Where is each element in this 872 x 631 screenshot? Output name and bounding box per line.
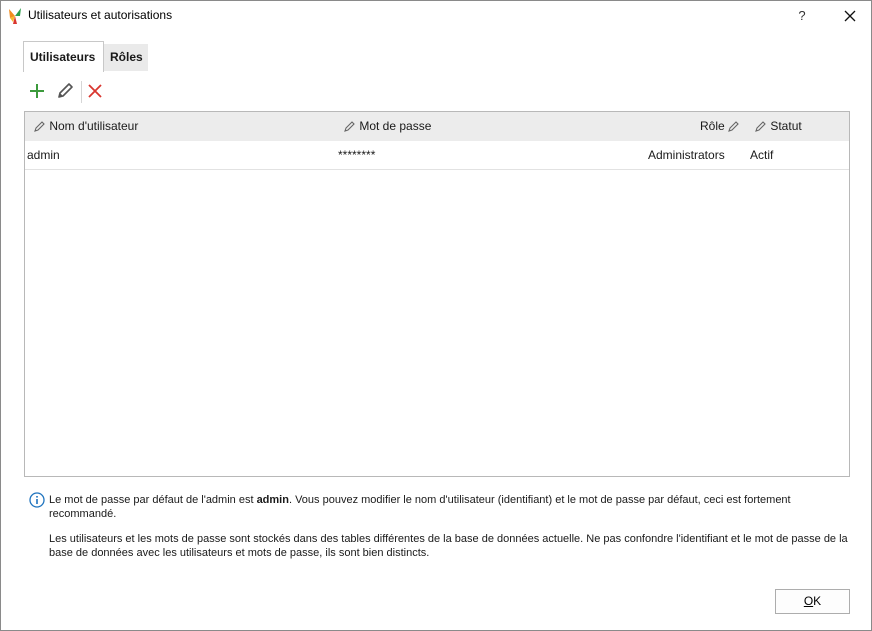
ok-label: K	[813, 594, 822, 608]
edit-column-icon	[344, 121, 355, 132]
plus-icon[interactable]	[25, 79, 49, 103]
storage-note: Les utilisateurs et les mots de passe so…	[49, 533, 848, 559]
table-row[interactable]: admin ******** Administrators Actif	[25, 141, 849, 170]
edit-column-icon	[728, 121, 739, 132]
help-button[interactable]: ?	[791, 5, 813, 27]
tab-utilisateurs[interactable]: Utilisateurs	[23, 41, 104, 72]
column-label: Rôle	[700, 119, 725, 133]
edit-column-icon	[755, 121, 766, 132]
note-text: Le mot de passe par défaut de l'admin es…	[49, 494, 257, 506]
toolbar-separator	[81, 81, 82, 103]
info-icon	[29, 492, 45, 508]
ok-mnemonic: O	[803, 594, 814, 608]
tab-roles[interactable]: Rôles	[104, 44, 148, 71]
username-cell[interactable]: admin	[27, 141, 60, 170]
window-title: Utilisateurs et autorisations	[28, 8, 173, 22]
column-header-status[interactable]: Statut	[755, 112, 802, 141]
users-grid[interactable]: Nom d'utilisateur Mot de passe Rôle Stat…	[24, 111, 850, 477]
column-header-role[interactable]: Rôle	[700, 112, 740, 141]
app-logo-icon	[9, 8, 21, 24]
edit-column-icon	[34, 121, 45, 132]
status-cell[interactable]: Actif	[750, 141, 773, 170]
title-bar: Utilisateurs et autorisations ?	[1, 1, 871, 31]
password-cell[interactable]: ********	[338, 141, 375, 170]
role-cell[interactable]: Administrators	[648, 141, 725, 170]
grid-header: Nom d'utilisateur Mot de passe Rôle Stat…	[25, 112, 849, 141]
note-bold-text: admin	[256, 494, 289, 506]
column-label: Statut	[770, 119, 802, 133]
ok-button[interactable]: OK	[775, 589, 850, 614]
column-header-username[interactable]: Nom d'utilisateur	[34, 112, 138, 141]
dialog-window: Utilisateurs et autorisations ? Utilisat…	[0, 0, 872, 631]
x-icon[interactable]	[83, 79, 107, 103]
pencil-icon[interactable]	[53, 79, 77, 103]
column-label: Mot de passe	[359, 119, 432, 133]
close-icon[interactable]	[837, 5, 863, 27]
default-password-note: Le mot de passe par défaut de l'admin es…	[49, 493, 849, 521]
column-label: Nom d'utilisateur	[49, 119, 139, 133]
column-header-password[interactable]: Mot de passe	[344, 112, 431, 141]
